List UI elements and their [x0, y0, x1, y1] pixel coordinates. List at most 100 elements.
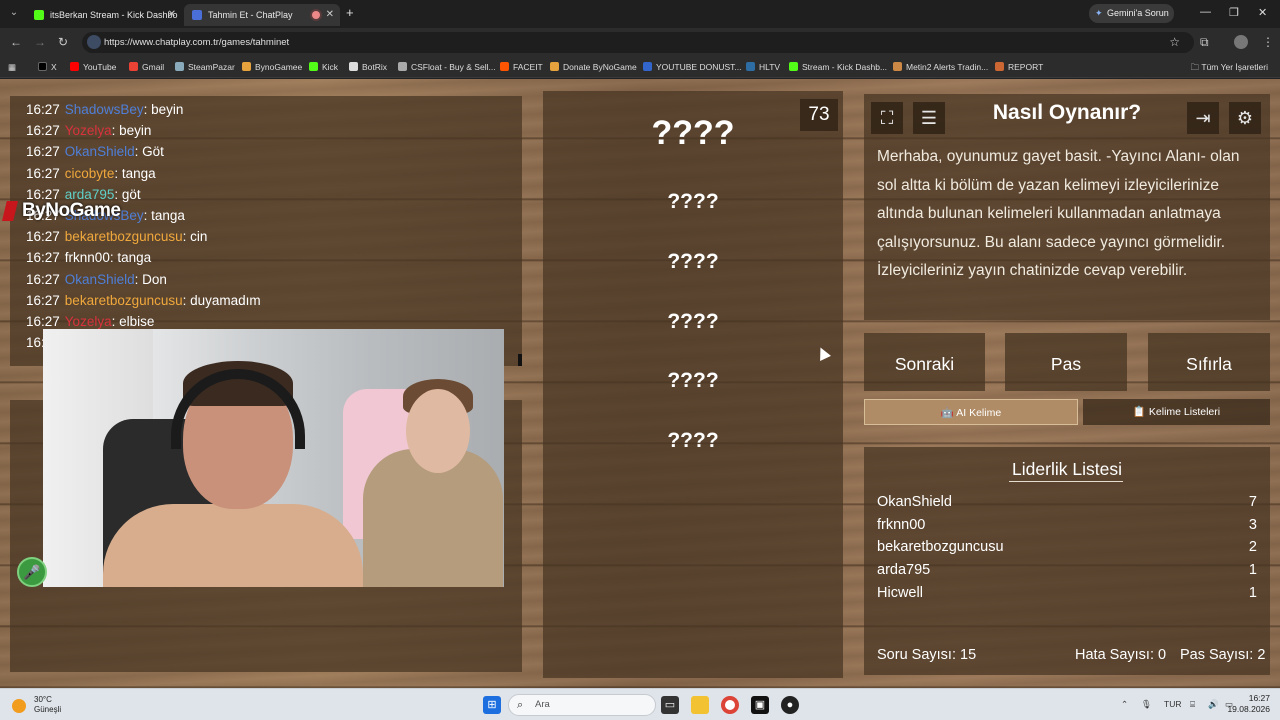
obs-icon[interactable]: ▣ — [751, 696, 769, 714]
tab-chatplay[interactable]: Tahmin Et - ChatPlay ✕ — [184, 4, 340, 26]
chat-username[interactable]: OkanShield — [65, 272, 135, 287]
kick-icon — [309, 62, 318, 71]
tray-chevron-icon[interactable]: ⌃ — [1121, 699, 1128, 710]
howto-title: Nasıl Oynanır? — [992, 101, 1142, 124]
chat-text: : tanga — [109, 250, 152, 266]
next-button[interactable]: Sonraki — [864, 333, 985, 391]
chat-text: : tanga — [114, 165, 156, 181]
howto-text: Merhaba, oyunumuz gayet basit. -Yayıncı … — [877, 148, 1240, 279]
all-bookmarks[interactable]: 🗀 Tüm Yer İşaretleri — [1191, 56, 1268, 78]
pass-button[interactable]: Pas — [1005, 333, 1127, 391]
faceit-icon — [500, 62, 509, 71]
chat-username[interactable]: bekaretbozguncusu — [65, 229, 183, 244]
chat-time: 16:27 — [26, 144, 60, 160]
list-icon: 📋 — [1132, 406, 1149, 418]
bookmark-x[interactable]: X — [38, 56, 57, 78]
chat-username[interactable]: Yozelya — [65, 123, 112, 138]
donust-icon — [643, 62, 652, 71]
bookmark-botrix[interactable]: BotRix — [349, 56, 387, 78]
bookmark-kick[interactable]: Kick — [309, 56, 338, 78]
tab-title: itsBerkan Stream - Kick Dashbo — [50, 10, 178, 20]
reset-button[interactable]: Sıfırla — [1148, 333, 1270, 391]
taskbar-search[interactable]: ⌕ Ara — [508, 694, 656, 716]
forward-icon[interactable]: → — [34, 35, 46, 49]
chat-username[interactable]: cicobyte — [65, 166, 115, 181]
chat-time: 16:27 — [26, 123, 60, 139]
bookmark-steampazar[interactable]: SteamPazar — [175, 56, 235, 78]
recording-icon — [312, 11, 320, 19]
bookmark-kick-stream[interactable]: Stream - Kick Dashb... — [789, 56, 887, 78]
tab-word-lists[interactable]: 📋 Kelime Listeleri — [1083, 399, 1270, 425]
volume-icon[interactable]: 🔊 — [1208, 699, 1219, 710]
close-window-icon[interactable]: ✕ — [1258, 6, 1267, 19]
bookmark-gmail[interactable]: Gmail — [129, 56, 164, 78]
chat-text: : elbise — [111, 313, 155, 329]
microphone-tray-icon[interactable]: 🎙 — [1141, 699, 1152, 710]
minimize-icon[interactable]: — — [1200, 6, 1211, 18]
chat-username[interactable]: bekaretbozguncusu — [65, 293, 183, 308]
bynogamee-icon — [242, 62, 251, 71]
reload-icon[interactable]: ↻ — [58, 35, 68, 49]
chat-scrollbar[interactable] — [518, 354, 522, 366]
chat-message: 16:27 cicobyte: tanga — [26, 163, 522, 184]
chat-message: 16:27 bekaretbozguncusu: cin — [26, 226, 522, 247]
chat-username[interactable]: frknn00 — [65, 250, 110, 265]
site-info-icon[interactable] — [87, 35, 101, 49]
forbidden-word: ???? — [667, 250, 719, 273]
task-view-icon[interactable]: ▭ — [661, 696, 679, 714]
chat-username[interactable]: ShadowsBey — [65, 102, 144, 117]
bookmark-csfloat[interactable]: CSFloat - Buy & Sell... — [398, 56, 496, 78]
forbidden-word: ???? — [667, 310, 719, 333]
back-icon[interactable]: ← — [10, 35, 22, 49]
weather-widget[interactable]: 30°C Güneşli — [12, 695, 92, 717]
windows-start-icon[interactable]: ⊞ — [483, 696, 501, 714]
report-icon — [995, 62, 1004, 71]
bookmark-youtube[interactable]: YouTube — [70, 56, 116, 78]
menu-icon[interactable]: ⋮ — [1262, 35, 1274, 49]
chat-text: : Göt — [134, 144, 164, 160]
bookmark-star-icon[interactable]: ☆ — [1169, 32, 1180, 53]
robot-icon: 🤖 — [940, 407, 957, 419]
leader-name: OkanShield — [877, 494, 952, 510]
tab-ai-word[interactable]: 🤖 AI Kelime — [864, 399, 1078, 425]
url-input[interactable]: https://www.chatplay.com.tr/games/tahmin… — [82, 32, 1194, 53]
leaderboard-title: Liderlik Listesi — [1012, 459, 1122, 479]
maximize-icon[interactable]: ❐ — [1229, 6, 1239, 19]
language-indicator[interactable]: TUR — [1164, 699, 1181, 709]
bookmark-donate[interactable]: Donate ByNoGame — [550, 56, 637, 78]
leader-name: frknn00 — [877, 516, 926, 533]
chat-message: 16:27 Yozelya: beyin — [26, 120, 522, 141]
bookmark-hltv[interactable]: HLTV — [746, 56, 780, 78]
profile-avatar[interactable] — [1234, 35, 1248, 49]
bookmark-youtube-donust[interactable]: YOUTUBE DONUST... — [643, 56, 741, 78]
leader-name: bekaretbozguncusu — [877, 539, 1004, 556]
close-icon[interactable]: ✕ — [168, 4, 176, 26]
tab-kick-dashboard[interactable]: itsBerkan Stream - Kick Dashbo ✕ — [26, 4, 182, 26]
chat-username[interactable]: Yozelya — [65, 314, 112, 329]
new-tab-button[interactable]: + — [346, 5, 354, 20]
webcam-feed — [43, 329, 504, 587]
chat-message: 16:27 frknn00: tanga — [26, 247, 522, 268]
apps-icon[interactable]: ▦ — [8, 56, 16, 78]
network-icon[interactable]: ⌸ — [1190, 699, 1195, 710]
leader-score: 1 — [1248, 584, 1257, 601]
chat-username[interactable]: OkanShield — [65, 144, 135, 159]
bookmark-metin2[interactable]: Metin2 Alerts Tradin... — [893, 56, 988, 78]
chat-message: 16:27 OkanShield: Don — [26, 269, 522, 290]
clock[interactable]: 16:27 19.08.2026 — [1227, 693, 1270, 715]
file-explorer-icon[interactable] — [691, 696, 709, 714]
mic-icon[interactable]: 🎤 — [17, 557, 47, 587]
bookmark-report[interactable]: REPORT — [995, 56, 1043, 78]
bookmark-bynogamee[interactable]: BynoGamee — [242, 56, 302, 78]
error-count: Hata Sayısı: 0 — [1075, 647, 1167, 663]
app-icon[interactable]: ● — [781, 696, 799, 714]
chat-text: : Don — [134, 271, 167, 287]
bookmark-faceit[interactable]: FACEIT — [500, 56, 543, 78]
chat-time: 16:27 — [26, 165, 60, 181]
close-icon[interactable]: ✕ — [326, 4, 334, 26]
leaderboard-row: OkanShield 7 — [877, 491, 1257, 513]
extensions-icon[interactable]: ⧉ — [1200, 35, 1209, 50]
tab-search-icon[interactable]: ⌄ — [6, 5, 22, 21]
gemini-button[interactable]: ✦ Gemini'a Sorun — [1089, 4, 1174, 23]
chrome-icon[interactable] — [721, 696, 739, 714]
